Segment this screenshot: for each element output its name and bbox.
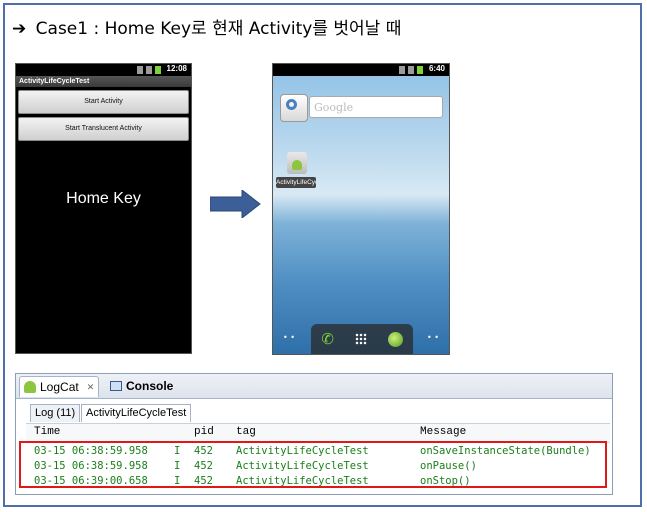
usb-icon — [399, 66, 405, 74]
phone-screen-home: 6:40 Google ActivityLifeCycleTest • • • … — [272, 63, 450, 355]
app-launcher-label[interactable]: ActivityLifeCycleTest — [276, 177, 316, 188]
start-translucent-activity-button[interactable]: Start Translucent Activity — [18, 117, 189, 141]
status-bar: 12:08 — [16, 64, 191, 76]
google-search-widget[interactable]: Google — [280, 94, 444, 122]
transition-arrow-icon — [210, 190, 261, 218]
phone-screen-app: 12:08 ActivityLifeCycleTest Start Activi… — [15, 63, 192, 354]
slide-heading: ➔ Case1 : Home Key로 현재 Activity를 벗어날 때 — [12, 14, 401, 39]
app-launcher-icon[interactable] — [287, 152, 307, 174]
highlight-box — [19, 441, 607, 488]
status-bar: 6:40 — [273, 64, 449, 76]
signal-icon — [408, 66, 414, 74]
tab-console-label: Console — [126, 379, 174, 393]
phone-dialer-icon[interactable]: ✆ — [321, 330, 334, 348]
tab-log-filter[interactable]: ActivityLifeCycleTest — [81, 404, 192, 422]
app-title-bar: ActivityLifeCycleTest — [16, 76, 191, 87]
status-time: 12:08 — [166, 64, 187, 73]
heading-text: Case1 : Home Key로 현재 Activity를 벗어날 때 — [35, 19, 402, 39]
google-search-input[interactable]: Google — [309, 96, 443, 118]
android-icon — [24, 381, 36, 393]
view-tab-bar: LogCat ✕ Console — [16, 374, 612, 399]
tab-logcat[interactable]: LogCat ✕ — [19, 376, 100, 397]
arrow-right-icon: ➔ — [12, 19, 27, 39]
battery-icon — [417, 66, 423, 74]
console-icon — [110, 381, 122, 391]
tab-logcat-label: LogCat — [40, 380, 79, 394]
home-key-label: Home Key — [66, 190, 141, 207]
column-header-tag[interactable]: tag — [236, 426, 256, 438]
search-icon[interactable] — [280, 94, 308, 122]
tab-log-all[interactable]: Log (11) — [30, 404, 81, 422]
column-header-time[interactable]: Time — [34, 426, 60, 438]
column-header-message[interactable]: Message — [420, 426, 466, 438]
browser-icon[interactable] — [387, 331, 403, 347]
tab-console[interactable]: Console — [110, 376, 173, 396]
launcher-dock: ✆ — [311, 324, 413, 354]
app-drawer-icon[interactable] — [354, 333, 367, 345]
usb-icon — [137, 66, 143, 74]
close-icon[interactable]: ✕ — [87, 377, 95, 397]
dots-left-icon: • • — [283, 333, 295, 342]
signal-icon — [146, 66, 152, 74]
dots-right-icon: • • — [427, 333, 439, 342]
column-header-pid[interactable]: pid — [194, 426, 214, 438]
battery-icon — [155, 66, 161, 74]
start-activity-button[interactable]: Start Activity — [18, 90, 189, 114]
status-time: 6:40 — [428, 64, 445, 73]
